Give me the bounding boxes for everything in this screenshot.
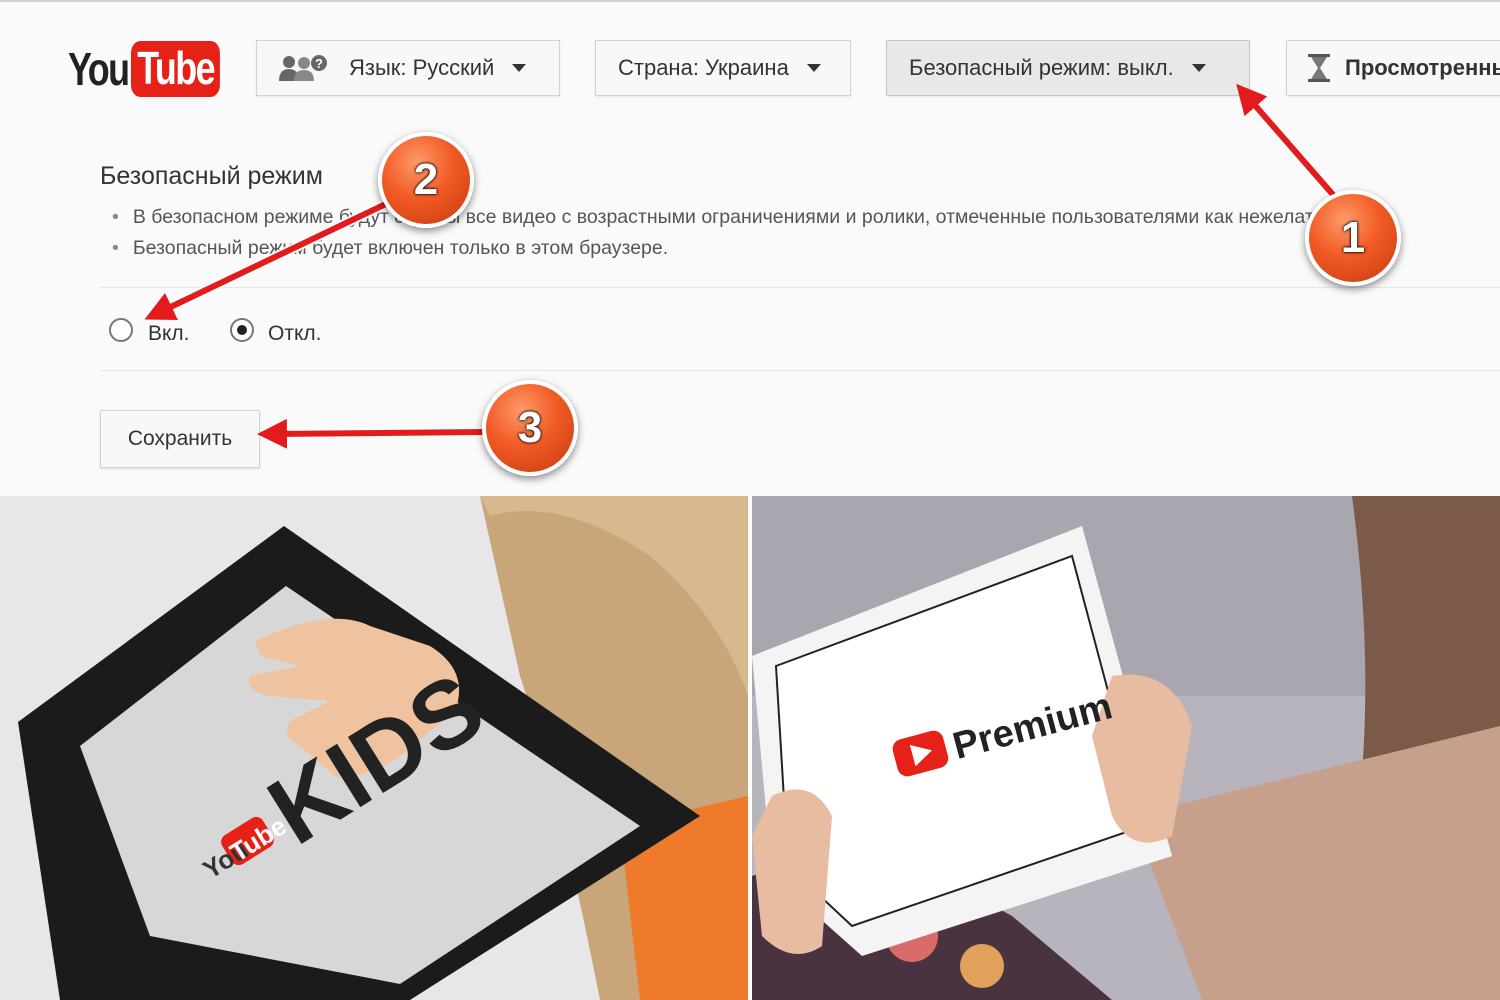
step-badge-3: 3 (482, 380, 578, 476)
arrow-3 (257, 418, 486, 449)
step-badge-1: 1 (1305, 190, 1401, 286)
youtube-kids-photo: You Tube KIDS (0, 496, 748, 1000)
arrow-2 (144, 199, 392, 321)
arrow-1 (1236, 83, 1338, 199)
step-badge-2: 2 (378, 132, 474, 228)
annotation-arrows (144, 83, 1339, 449)
youtube-premium-photo: Premium (752, 496, 1500, 1000)
youtube-premium-illustration: Premium (752, 496, 1500, 1000)
youtube-settings-screenshot: You Tube ? Язык: Русский Страна: Украина… (0, 0, 1500, 496)
youtube-kids-illustration: You Tube KIDS (0, 496, 748, 1000)
